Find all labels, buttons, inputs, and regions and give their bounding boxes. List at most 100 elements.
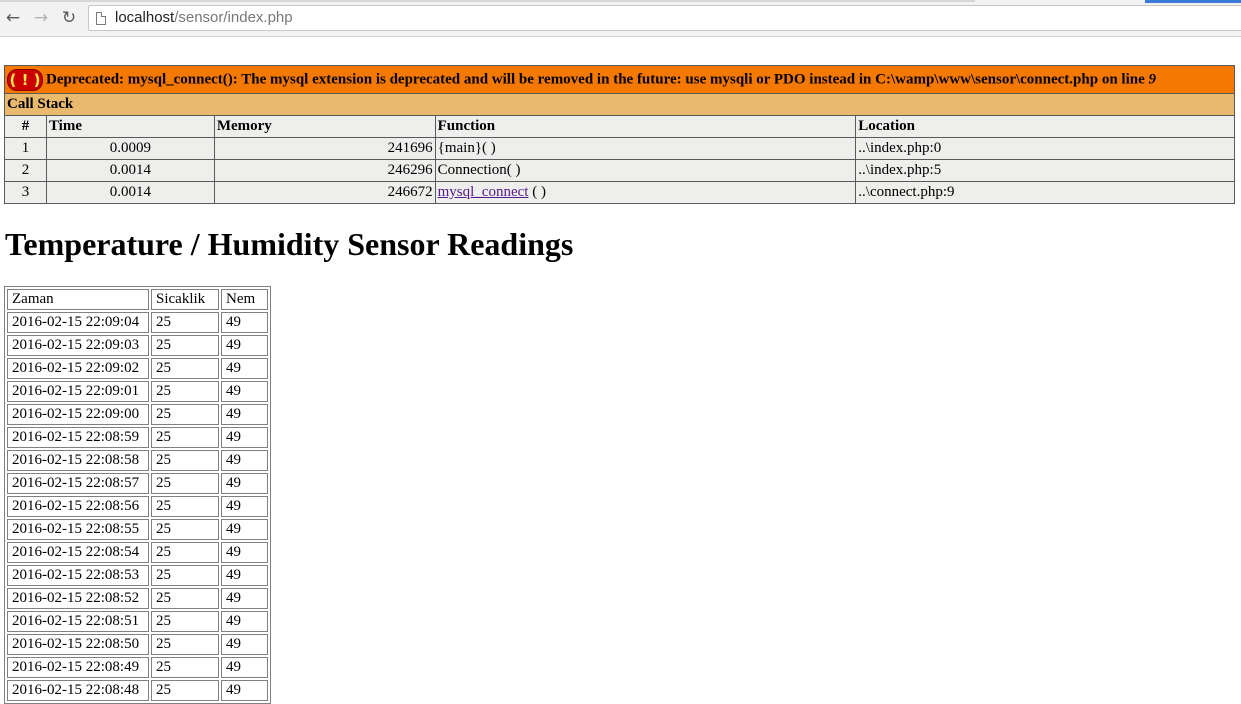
- table-row: 2016-02-15 22:08:51 25 49: [7, 611, 268, 632]
- address-url[interactable]: localhost/sensor/index.php: [115, 9, 293, 26]
- cell-nem: 49: [221, 565, 268, 586]
- cell-zaman: 2016-02-15 22:08:51: [7, 611, 149, 632]
- header-nem: Nem: [221, 289, 268, 310]
- page-title: Temperature / Humidity Sensor Readings: [5, 226, 574, 262]
- cell-nem: 49: [221, 335, 268, 356]
- mysql-connect-doc-link[interactable]: mysql_connect: [438, 184, 529, 200]
- cell-sicaklik: 25: [151, 450, 219, 471]
- cell-nem: 49: [221, 611, 268, 632]
- stack-num: 1: [4, 137, 47, 160]
- cell-sicaklik: 25: [151, 381, 219, 402]
- table-row: 2016-02-15 22:09:00 25 49: [7, 404, 268, 425]
- cell-nem: 49: [221, 381, 268, 402]
- reload-icon[interactable]: ↻: [59, 8, 79, 28]
- url-host: localhost: [115, 9, 175, 26]
- header-zaman: Zaman: [7, 289, 149, 310]
- back-arrow-icon[interactable]: ←: [3, 8, 23, 28]
- table-row: 2016-02-15 22:08:49 25 49: [7, 657, 268, 678]
- error-warning-icon: ( ! ): [7, 68, 43, 91]
- cell-nem: 49: [221, 519, 268, 540]
- table-row: 2016-02-15 22:08:52 25 49: [7, 588, 268, 609]
- col-header-time: Time: [45, 115, 215, 138]
- cell-zaman: 2016-02-15 22:08:58: [7, 450, 149, 471]
- cell-zaman: 2016-02-15 22:09:01: [7, 381, 149, 402]
- stack-location: ..\index.php:0: [855, 137, 1235, 160]
- cell-nem: 49: [221, 588, 268, 609]
- cell-sicaklik: 25: [151, 680, 219, 701]
- cell-nem: 49: [221, 427, 268, 448]
- cell-zaman: 2016-02-15 22:09:02: [7, 358, 149, 379]
- cell-nem: 49: [221, 404, 268, 425]
- stack-time: 0.0014: [45, 159, 215, 182]
- readings-table: Zaman Sicaklik Nem 2016-02-15 22:09:04 25…: [4, 286, 271, 704]
- cell-zaman: 2016-02-15 22:08:53: [7, 565, 149, 586]
- stack-memory: 246296: [213, 159, 436, 182]
- col-header-function: Function: [434, 115, 857, 138]
- call-stack-label: Call Stack: [4, 93, 1235, 116]
- tab-strip-edge: [0, 0, 975, 2]
- cell-zaman: 2016-02-15 22:09:03: [7, 335, 149, 356]
- cell-sicaklik: 25: [151, 404, 219, 425]
- cell-zaman: 2016-02-15 22:08:52: [7, 588, 149, 609]
- stack-time: 0.0014: [45, 181, 215, 204]
- table-row: 2016-02-15 22:09:01 25 49: [7, 381, 268, 402]
- error-message-cell: ( ! ) Deprecated: mysql_connect(): The my…: [4, 65, 1235, 94]
- cell-sicaklik: 25: [151, 611, 219, 632]
- cell-sicaklik: 25: [151, 473, 219, 494]
- stack-location: ..\connect.php:9: [855, 181, 1235, 204]
- browser-toolbar: ← → ↻ localhost/sensor/index.php: [0, 0, 1241, 37]
- cell-zaman: 2016-02-15 22:08:57: [7, 473, 149, 494]
- col-header-memory: Memory: [213, 115, 436, 138]
- table-row: 2016-02-15 22:08:55 25 49: [7, 519, 268, 540]
- cell-nem: 49: [221, 473, 268, 494]
- stack-num: 2: [4, 159, 47, 182]
- tab-strip-accent: [1145, 0, 1241, 3]
- stack-memory: 241696: [213, 137, 436, 160]
- stack-function: Connection( ): [434, 159, 857, 182]
- stack-memory: 246672: [213, 181, 436, 204]
- table-row: 2016-02-15 22:08:48 25 49: [7, 680, 268, 701]
- stack-num: 3: [4, 181, 47, 204]
- cell-sicaklik: 25: [151, 565, 219, 586]
- table-row: 2016-02-15 22:08:53 25 49: [7, 565, 268, 586]
- cell-nem: 49: [221, 657, 268, 678]
- address-bar[interactable]: localhost/sensor/index.php: [88, 5, 1241, 31]
- cell-zaman: 2016-02-15 22:08:49: [7, 657, 149, 678]
- table-row: 2016-02-15 22:08:58 25 49: [7, 450, 268, 471]
- stack-time: 0.0009: [45, 137, 215, 160]
- error-line-number: 9: [1148, 71, 1157, 87]
- table-row: 2016-02-15 22:08:56 25 49: [7, 496, 268, 517]
- url-path: /sensor/index.php: [174, 9, 293, 26]
- cell-zaman: 2016-02-15 22:08:54: [7, 542, 149, 563]
- call-stack-row: 3 0.0014 246672 mysql_connect ( ) ..\con…: [4, 181, 1235, 204]
- cell-sicaklik: 25: [151, 657, 219, 678]
- cell-sicaklik: 25: [151, 312, 219, 333]
- cell-nem: 49: [221, 680, 268, 701]
- cell-zaman: 2016-02-15 22:09:04: [7, 312, 149, 333]
- error-message: Deprecated: mysql_connect(): The mysql e…: [46, 71, 1156, 87]
- stack-function: mysql_connect ( ): [434, 181, 857, 204]
- cell-zaman: 2016-02-15 22:08:48: [7, 680, 149, 701]
- cell-sicaklik: 25: [151, 519, 219, 540]
- table-row: 2016-02-15 22:08:50 25 49: [7, 634, 268, 655]
- col-header-num: #: [4, 115, 47, 138]
- forward-arrow-icon[interactable]: →: [31, 8, 51, 28]
- cell-nem: 49: [221, 312, 268, 333]
- cell-zaman: 2016-02-15 22:08:59: [7, 427, 149, 448]
- cell-zaman: 2016-02-15 22:08:55: [7, 519, 149, 540]
- cell-nem: 49: [221, 358, 268, 379]
- cell-sicaklik: 25: [151, 496, 219, 517]
- cell-sicaklik: 25: [151, 427, 219, 448]
- table-row: 2016-02-15 22:08:57 25 49: [7, 473, 268, 494]
- error-message-text: Deprecated: mysql_connect(): The mysql e…: [46, 71, 1149, 87]
- page-icon: [96, 12, 106, 25]
- cell-sicaklik: 25: [151, 335, 219, 356]
- col-header-location: Location: [855, 115, 1235, 138]
- cell-zaman: 2016-02-15 22:08:56: [7, 496, 149, 517]
- cell-zaman: 2016-02-15 22:08:50: [7, 634, 149, 655]
- cell-nem: 49: [221, 634, 268, 655]
- cell-nem: 49: [221, 450, 268, 471]
- table-row: 2016-02-15 22:09:02 25 49: [7, 358, 268, 379]
- cell-sicaklik: 25: [151, 588, 219, 609]
- xdebug-error-table: ( ! ) Deprecated: mysql_connect(): The my…: [4, 65, 1235, 204]
